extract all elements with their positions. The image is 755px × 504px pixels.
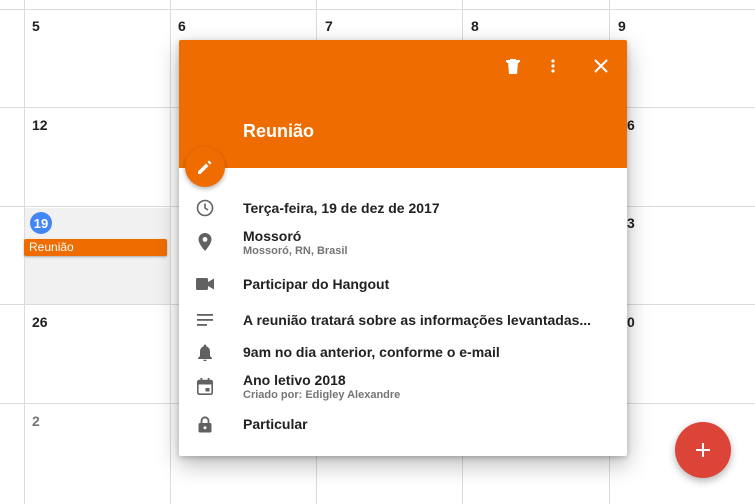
plus-icon bbox=[695, 442, 711, 458]
day-number[interactable]: 6 bbox=[178, 18, 186, 34]
hangout-link[interactable]: Participar do Hangout bbox=[243, 276, 389, 292]
more-vert-icon[interactable] bbox=[541, 54, 565, 78]
day-number[interactable]: 5 bbox=[32, 18, 40, 34]
event-details-popup: Reunião Terça-feira, 19 de dez de 2017 M… bbox=[179, 40, 627, 456]
event-visibility: Particular bbox=[243, 416, 308, 432]
day-number[interactable]: 3 bbox=[627, 215, 635, 231]
day-number[interactable]: 6 bbox=[627, 117, 635, 133]
created-by: Criado por: Edigley Alexandre bbox=[243, 389, 401, 401]
location-pin-icon bbox=[195, 232, 215, 252]
grid-line bbox=[170, 0, 171, 504]
event-location-detail: Mossoró, RN, Brasil bbox=[243, 245, 348, 257]
calendar-icon bbox=[195, 376, 215, 396]
today-badge[interactable]: 19 bbox=[30, 212, 52, 234]
clock-icon bbox=[195, 198, 215, 218]
event-reminder: 9am no dia anterior, conforme o e-mail bbox=[243, 344, 500, 360]
trash-icon[interactable] bbox=[501, 54, 525, 78]
edit-button[interactable] bbox=[185, 147, 225, 187]
day-number[interactable]: 9 bbox=[618, 18, 626, 34]
lock-icon bbox=[195, 414, 215, 434]
close-icon[interactable] bbox=[589, 54, 613, 78]
calendar-name: Ano letivo 2018 bbox=[243, 372, 346, 388]
event-title: Reunião bbox=[243, 121, 315, 141]
popup-header: Reunião bbox=[179, 40, 627, 168]
day-number[interactable]: 26 bbox=[32, 314, 48, 330]
day-number[interactable]: 7 bbox=[325, 18, 333, 34]
day-number[interactable]: 8 bbox=[471, 18, 479, 34]
bell-icon bbox=[195, 342, 215, 362]
pencil-icon bbox=[197, 159, 213, 175]
notes-icon bbox=[195, 310, 215, 330]
create-event-button[interactable] bbox=[675, 422, 731, 478]
grid-line bbox=[0, 9, 755, 10]
day-number[interactable]: 2 bbox=[32, 413, 40, 429]
event-location[interactable]: Mossoró bbox=[243, 228, 301, 244]
day-number[interactable]: 12 bbox=[32, 117, 48, 133]
event-date: Terça-feira, 19 de dez de 2017 bbox=[243, 200, 440, 216]
video-camera-icon bbox=[195, 274, 215, 294]
event-chip[interactable]: Reunião bbox=[24, 239, 167, 256]
event-description: A reunião tratará sobre as informações l… bbox=[243, 312, 592, 328]
day-number[interactable]: 0 bbox=[627, 314, 635, 330]
